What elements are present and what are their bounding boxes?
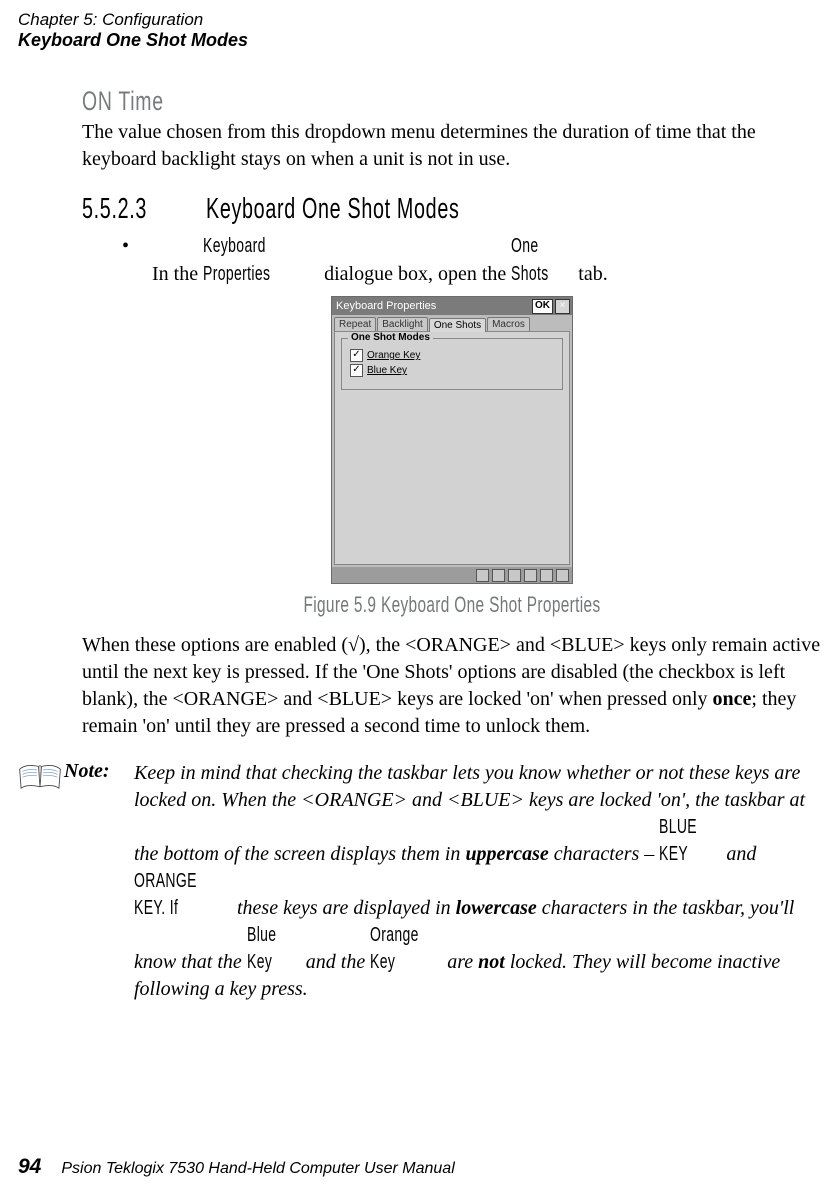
note-icon: [18, 762, 64, 1003]
heading-number: 5.5.2.3: [82, 193, 147, 226]
section-label: Keyboard One Shot Modes: [18, 30, 822, 51]
main-paragraph: When these options are enabled (√), the …: [82, 632, 822, 740]
tab-repeat[interactable]: Repeat: [334, 317, 376, 331]
close-button[interactable]: ×: [555, 299, 570, 314]
groupbox-title: One Shot Modes: [348, 332, 433, 343]
instruction-bullet: • In the Keyboard Properties dialogue bo…: [122, 232, 822, 288]
tray-icon: [476, 569, 489, 582]
ok-button[interactable]: OK: [532, 299, 553, 314]
bullet-text: In the Keyboard Properties dialogue box,…: [152, 232, 608, 288]
blue-key-row: ✓ Blue Key: [350, 364, 554, 377]
window-title: Keyboard Properties: [336, 300, 532, 312]
tab-backlight[interactable]: Backlight: [377, 317, 428, 331]
page-footer: 94 Psion Teklogix 7530 Hand-Held Compute…: [18, 1155, 455, 1179]
device-screenshot: Keyboard Properties OK × Repeat Backligh…: [331, 296, 573, 584]
tab-one-shots[interactable]: One Shots: [429, 318, 486, 332]
window-titlebar: Keyboard Properties OK ×: [332, 297, 572, 315]
blue-key-label: Blue Key: [367, 365, 407, 376]
on-time-heading: ON Time: [82, 86, 615, 117]
figure-caption: Figure 5.9 Keyboard One Shot Properties: [193, 592, 711, 618]
tab-macros[interactable]: Macros: [487, 317, 530, 331]
footer-text: Psion Teklogix 7530 Hand-Held Computer U…: [61, 1160, 454, 1178]
orange-key-row: ✓ Orange Key: [350, 349, 554, 362]
page-number: 94: [18, 1155, 41, 1179]
bullet-icon: •: [122, 232, 152, 288]
one-shot-modes-group: One Shot Modes ✓ Orange Key ✓ Blue Key: [341, 338, 563, 390]
tray-icon: [524, 569, 537, 582]
tray-icon: [556, 569, 569, 582]
tray-icon: [540, 569, 553, 582]
tab-strip: Repeat Backlight One Shots Macros: [332, 315, 572, 331]
heading-title: Keyboard One Shot Modes: [206, 193, 460, 226]
orange-key-checkbox[interactable]: ✓: [350, 349, 363, 362]
book-icon: [18, 762, 62, 794]
chapter-label: Chapter 5: Configuration: [18, 10, 822, 30]
tray-icon: [492, 569, 505, 582]
note-label: Note:: [64, 760, 134, 1003]
blue-key-checkbox[interactable]: ✓: [350, 364, 363, 377]
on-time-paragraph: The value chosen from this dropdown menu…: [82, 119, 822, 173]
device-taskbar: [332, 567, 572, 583]
tab-panel: One Shot Modes ✓ Orange Key ✓ Blue Key: [334, 331, 570, 565]
orange-key-label: Orange Key: [367, 350, 420, 361]
note-text: Keep in mind that checking the taskbar l…: [134, 760, 822, 1003]
tray-icon: [508, 569, 521, 582]
